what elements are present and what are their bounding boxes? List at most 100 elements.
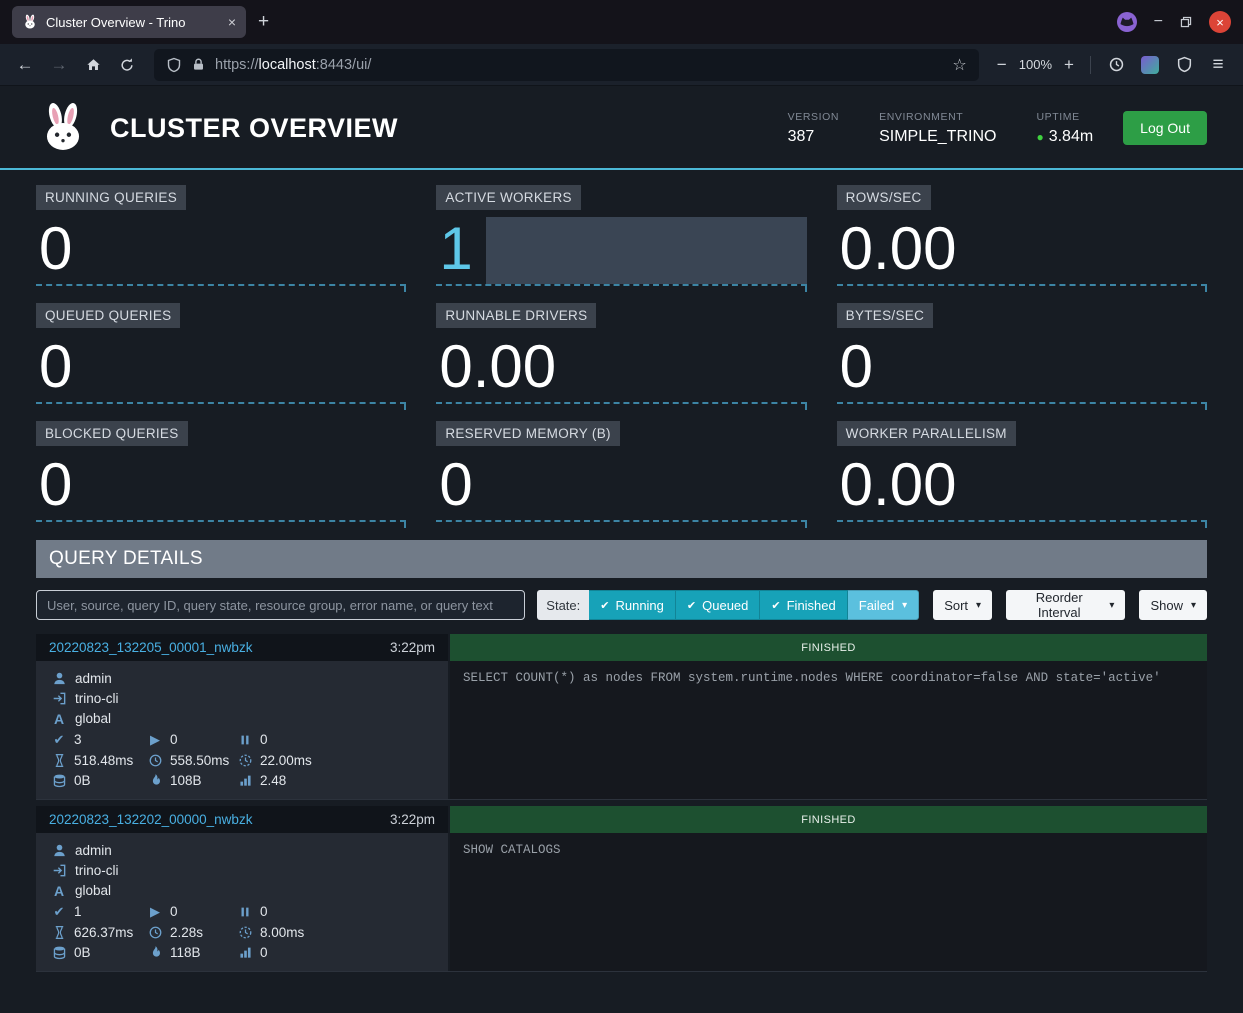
show-dropdown[interactable]: Show ▾	[1139, 590, 1207, 620]
query-splits-row: ✔1 ▶0 0	[36, 901, 448, 922]
source-icon	[51, 863, 67, 878]
zoom-in-icon[interactable]: +	[1058, 50, 1080, 80]
forward-icon[interactable]: →	[44, 50, 74, 80]
chevron-down-icon: ▾	[902, 600, 907, 611]
extension-icon[interactable]	[1135, 50, 1165, 80]
menu-icon[interactable]: ≡	[1203, 50, 1233, 80]
url-bar[interactable]: https://localhost:8443/ui/ ☆	[154, 49, 979, 81]
check-icon: ✔	[771, 599, 780, 612]
tab-title: Cluster Overview - Trino	[46, 15, 220, 30]
query-body: admin trino-cli Aglobal ✔3 ▶0 0 518.48ms…	[36, 661, 1207, 800]
browser-window: Cluster Overview - Trino × + − × ← → htt…	[0, 0, 1243, 1013]
peak-memory: 108B	[170, 773, 202, 788]
extension-mask-icon[interactable]	[1116, 11, 1138, 33]
stat-queued-queries: QUEUED QUERIES 0	[36, 303, 406, 404]
tab-close-icon[interactable]: ×	[228, 14, 236, 30]
zoom-level[interactable]: 100%	[1019, 57, 1052, 72]
query-times-row: 518.48ms 558.50ms 22.00ms	[36, 750, 448, 770]
stat-sparkline: 1	[436, 212, 806, 286]
stat-sparkline: 0	[837, 330, 1207, 404]
state-label: State:	[537, 590, 589, 620]
stat-rows-sec: ROWS/SEC 0.00	[837, 185, 1207, 286]
state-filter-label: Failed	[859, 598, 894, 613]
stat-value: 0.00	[436, 333, 556, 400]
zoom-out-icon[interactable]: −	[991, 50, 1013, 80]
queued-splits: 0	[260, 904, 268, 919]
resource-group-icon: A	[51, 711, 67, 727]
chevron-down-icon: ▾	[1109, 600, 1114, 611]
uptime-block: UPTIME ●3.84m	[1036, 111, 1093, 146]
cumulative-memory: 2.48	[260, 773, 286, 788]
tracking-shield-icon[interactable]	[166, 57, 182, 73]
completed-splits-icon: ✔	[51, 904, 67, 920]
sort-dropdown[interactable]: Sort▾	[933, 590, 992, 620]
stat-sparkline: 0	[36, 330, 406, 404]
state-filter-running[interactable]: ✔Running	[589, 590, 676, 620]
elapsed-time-icon	[147, 925, 163, 940]
current-memory-icon	[51, 945, 67, 960]
history-clock-icon[interactable]	[1101, 50, 1131, 80]
window-controls: − ×	[1116, 11, 1231, 33]
state-filter-failed-dropdown[interactable]: Failed ▾	[848, 590, 919, 620]
query-search-input[interactable]	[36, 590, 525, 620]
query-id-link[interactable]: 20220823_132205_00001_nwbzk	[49, 640, 252, 655]
query-times-row: 626.37ms 2.28s 8.00ms	[36, 922, 448, 942]
trino-page: CLUSTER OVERVIEW VERSION 387 ENVIRONMENT…	[0, 86, 1243, 1013]
new-tab-button[interactable]: +	[258, 11, 269, 33]
lock-icon[interactable]	[191, 57, 206, 72]
home-icon[interactable]	[78, 50, 108, 80]
stat-sparkline: 0.00	[837, 448, 1207, 522]
state-filter-queued[interactable]: ✔Queued	[676, 590, 760, 620]
back-icon[interactable]: ←	[10, 50, 40, 80]
show-label: Show	[1150, 598, 1183, 613]
environment-value: SIMPLE_TRINO	[879, 128, 996, 146]
stat-label: RUNNABLE DRIVERS	[436, 303, 596, 328]
tab-bar: Cluster Overview - Trino × + − ×	[0, 0, 1243, 44]
sparkline-area	[486, 217, 806, 284]
version-block: VERSION 387	[788, 111, 839, 146]
stat-label: ACTIVE WORKERS	[436, 185, 580, 210]
privacy-shield-icon[interactable]	[1169, 50, 1199, 80]
bookmark-star-icon[interactable]: ☆	[952, 55, 966, 75]
query-source: trino-cli	[75, 691, 119, 706]
window-close-icon[interactable]: ×	[1209, 11, 1231, 33]
stat-running-queries: RUNNING QUERIES 0	[36, 185, 406, 286]
version-value: 387	[788, 128, 839, 146]
chevron-down-icon: ▾	[1191, 600, 1196, 611]
query-id-link[interactable]: 20220823_132202_00000_nwbzk	[49, 812, 252, 827]
stat-sparkline: 0	[36, 212, 406, 286]
stat-sparkline: 0.00	[837, 212, 1207, 286]
minimize-button-icon[interactable]: −	[1154, 13, 1163, 31]
url-protocol: https://	[215, 57, 259, 73]
uptime-status-dot: ●	[1036, 130, 1043, 144]
query-user-row: admin	[36, 668, 448, 688]
state-filter-finished[interactable]: ✔Finished	[760, 590, 847, 620]
sort-label: Sort	[944, 598, 968, 613]
cluster-header: CLUSTER OVERVIEW VERSION 387 ENVIRONMENT…	[0, 86, 1243, 168]
query-source-row: trino-cli	[36, 860, 448, 880]
completed-splits: 3	[74, 732, 82, 747]
queued-splits-icon	[237, 905, 253, 919]
cpu-time: 22.00ms	[260, 753, 312, 768]
stat-sparkline: 0	[36, 448, 406, 522]
stat-bytes-sec: BYTES/SEC 0	[837, 303, 1207, 404]
elapsed-time-icon	[147, 753, 163, 768]
query-resource-group: global	[75, 711, 111, 726]
navigation-bar: ← → https://localhost:8443/ui/ ☆ − 100% …	[0, 44, 1243, 86]
url-text: https://localhost:8443/ui/	[215, 57, 371, 73]
cumulative-memory: 0	[260, 945, 268, 960]
queued-splits-icon	[237, 733, 253, 747]
logout-button[interactable]: Log Out	[1123, 111, 1207, 145]
stat-value: 0	[36, 451, 72, 518]
reorder-interval-dropdown[interactable]: Reorder Interval▾	[1006, 590, 1125, 620]
restore-button-icon[interactable]	[1179, 15, 1193, 29]
stat-sparkline: 0.00	[436, 330, 806, 404]
query-header-left: 20220823_132205_00001_nwbzk 3:22pm	[36, 634, 448, 661]
query-header: 20220823_132205_00001_nwbzk 3:22pm FINIS…	[36, 634, 1207, 661]
query-row: 20220823_132202_00000_nwbzk 3:22pm FINIS…	[36, 806, 1207, 972]
check-icon: ✔	[600, 599, 609, 612]
reload-icon[interactable]	[112, 50, 142, 80]
browser-tab[interactable]: Cluster Overview - Trino ×	[12, 6, 246, 38]
stat-blocked-queries: BLOCKED QUERIES 0	[36, 421, 406, 522]
uptime-value: ●3.84m	[1036, 128, 1093, 146]
